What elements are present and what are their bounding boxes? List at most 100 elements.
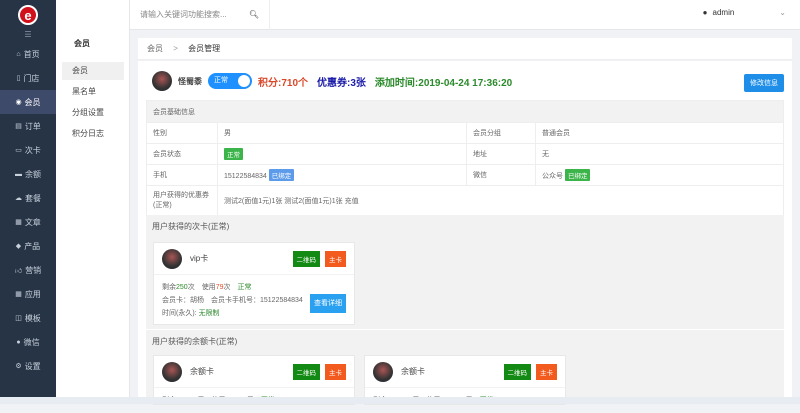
nav-item-9[interactable]: 👍︎ 营销 <box>0 258 56 282</box>
nav-label: 设置 <box>24 361 41 371</box>
menu-toggle-icon[interactable]: ☰ <box>0 30 56 42</box>
wechat-icon: ● <box>16 338 21 346</box>
card-name: vip卡 <box>190 254 209 263</box>
nav-item-11[interactable]: ◫ 模板 <box>0 306 56 330</box>
label: 微信 <box>466 164 536 186</box>
tag-icon: ◆ <box>15 243 22 250</box>
main-card-badge: 主卡 <box>536 363 557 380</box>
package-icon: ☁ <box>15 195 22 202</box>
points: 积分:710个 <box>258 77 309 89</box>
nav-item-3[interactable]: ▤ 订单 <box>0 114 56 138</box>
user-circle-icon: ◉ <box>15 99 22 106</box>
wechat-value: 公众号 <box>542 173 563 180</box>
username: admin <box>712 8 735 17</box>
label: 会员状态 <box>146 143 218 165</box>
section-title: 用户获得的次卡(正常) <box>152 222 230 231</box>
wechat-bound-badge: 已绑定 <box>564 169 591 181</box>
count-card: vip卡 二维码 主卡 剩余250次 使用79次 正常 会员卡：胡杨 会员卡手机号… <box>153 242 355 325</box>
member-header: 怪蜀黍 正常 积分:710个 优惠券:3张 添加时间:2019-04-24 17… <box>152 71 512 91</box>
nav-label: 余额 <box>25 169 41 179</box>
label: 会员分组 <box>466 122 536 144</box>
nav-item-10[interactable]: ▦ 应用 <box>0 282 56 306</box>
avatar <box>152 71 172 91</box>
subnav-item-points-log[interactable]: 积分日志 <box>62 125 124 143</box>
subnav-item-groups[interactable]: 分组设置 <box>62 104 124 122</box>
card-name: 余额卡 <box>190 367 214 376</box>
phone-value: 15122584834 <box>224 173 267 180</box>
label: 时间(永久): <box>162 310 197 317</box>
unit: 次 <box>187 284 195 291</box>
section-title: 用户获得的余额卡(正常) <box>152 337 238 346</box>
nav-item-1[interactable]: ▯ 门店 <box>0 66 56 90</box>
grid-icon: ▦ <box>15 291 22 298</box>
card-avatar <box>162 248 182 269</box>
view-details-button[interactable]: 查看详细 <box>310 294 346 313</box>
qr-code-button[interactable]: 二维码 <box>292 250 320 267</box>
added-time: 添加时间:2019-04-24 17:36:20 <box>374 77 513 89</box>
nav-label: 应用 <box>24 289 41 299</box>
home-icon: ⌂ <box>16 50 21 58</box>
search-icon[interactable]: 🔍︎ <box>249 10 259 19</box>
nav-item-2[interactable]: ◉ 会员 <box>0 90 56 114</box>
template-icon: ◫ <box>15 315 22 322</box>
nav-item-13[interactable]: ⚙ 设置 <box>0 354 56 378</box>
nav-item-12[interactable]: ● 微信 <box>0 330 56 354</box>
nav-label: 首页 <box>23 49 40 59</box>
label: 用户获得的优惠券(正常) <box>146 185 218 216</box>
order-icon: ▤ <box>15 123 22 130</box>
section-title: 会员基础信息 <box>146 100 784 123</box>
status-toggle[interactable]: 正常 <box>208 73 252 89</box>
nav-item-5[interactable]: ▬ 余额 <box>0 162 56 186</box>
label: 剩余 <box>162 284 176 291</box>
qr-code-button[interactable]: 二维码 <box>292 363 320 380</box>
edit-info-button[interactable]: 修改信息 <box>744 74 784 92</box>
card-status: 正常 <box>237 284 252 291</box>
gears-icon: ⚙ <box>15 363 22 370</box>
nav-item-7[interactable]: ▦ 文章 <box>0 210 56 234</box>
coupon-list: 测试2(面值1元)1张 测试2(面值1元)1张 充值 <box>217 185 784 216</box>
thumbs-up-icon: 👍︎ <box>14 267 23 275</box>
nav-item-4[interactable]: ▭ 次卡 <box>0 138 56 162</box>
main-card-badge: 主卡 <box>325 250 346 267</box>
subnav-item-member[interactable]: 会员 <box>62 62 124 80</box>
nav-item-0[interactable]: ⌂ 首页 <box>0 42 56 66</box>
address-value: 无 <box>535 143 784 165</box>
nav-label: 模板 <box>24 313 41 323</box>
main-card-badge: 主卡 <box>325 363 346 380</box>
group-value: 普通会员 <box>535 122 784 144</box>
status-badge: 正常 <box>224 148 243 160</box>
search-input[interactable]: 请输入关键词功能搜索... <box>140 9 227 20</box>
nav-label: 微信 <box>23 337 40 347</box>
search-box[interactable]: 请输入关键词功能搜索... 🔍︎ <box>130 0 270 30</box>
label: 使用 <box>201 284 216 291</box>
subnav-title: 会员 <box>74 39 90 48</box>
phone-bound-badge: 已绑定 <box>268 169 295 181</box>
sub-nav: 会员 « 会员 黑名单 分组设置 积分日志 <box>56 0 178 404</box>
nav-label: 门店 <box>23 73 40 83</box>
validity: 无限制 <box>198 310 220 317</box>
label: 性别 <box>146 122 218 144</box>
card-avatar <box>373 361 393 382</box>
subnav-item-blacklist[interactable]: 黑名单 <box>62 83 124 101</box>
horizontal-scrollbar[interactable] <box>0 397 800 404</box>
user-icon: ● <box>702 8 708 17</box>
nav-label: 订单 <box>24 121 41 131</box>
label: 地址 <box>466 143 536 165</box>
qr-code-button[interactable]: 二维码 <box>503 363 531 380</box>
label: 手机 <box>146 164 218 186</box>
breadcrumb-parent[interactable]: 会员 <box>147 44 163 53</box>
article-icon: ▦ <box>15 219 22 226</box>
member-name: 怪蜀黍 <box>178 76 202 86</box>
basic-info-table: 会员基础信息 性别男会员分组 普通会员 会员状态 正常 地址无 手机 151225848… <box>146 100 784 216</box>
nav-item-6[interactable]: ☁ 套餐 <box>0 186 56 210</box>
gender-value: 男 <box>217 122 467 144</box>
nav-item-8[interactable]: ◆ 产品 <box>0 234 56 258</box>
card-avatar <box>162 361 182 382</box>
nav-label: 会员 <box>24 97 41 107</box>
card-icon: ▭ <box>15 147 22 154</box>
logo[interactable]: e <box>0 0 56 30</box>
breadcrumb: 会员 > 会员管理 <box>138 38 792 60</box>
nav-label: 营销 <box>25 265 42 275</box>
user-menu[interactable]: ● admin ⌄ <box>703 8 786 17</box>
member-panel: 怪蜀黍 正常 积分:710个 优惠券:3张 添加时间:2019-04-24 17… <box>138 61 792 405</box>
